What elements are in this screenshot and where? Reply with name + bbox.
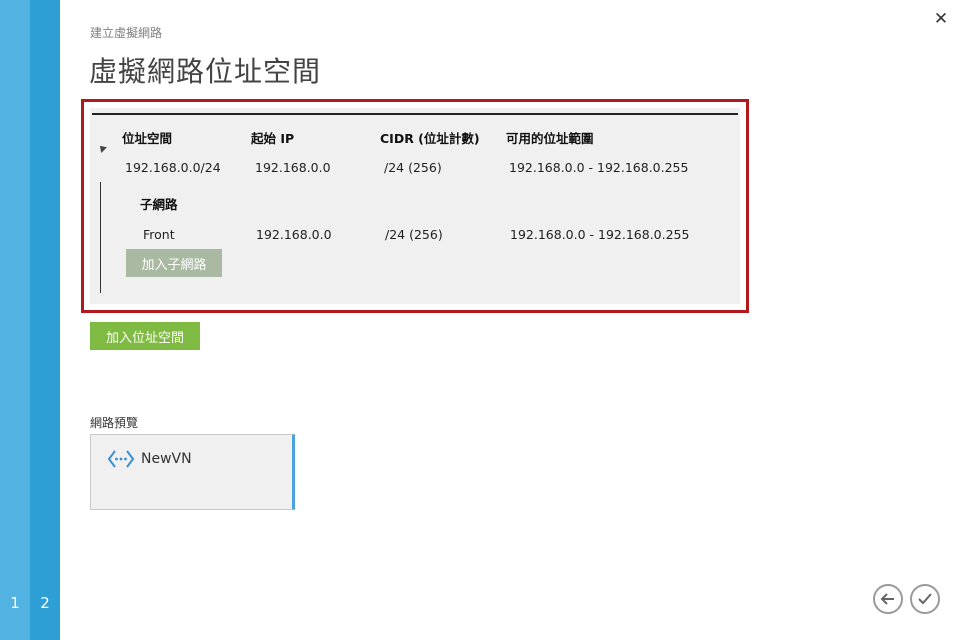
virtual-network-icon: [107, 450, 135, 468]
network-preview-label: 網路預覽: [90, 416, 139, 430]
header-usable-range: 可用的位址範圍: [506, 131, 594, 146]
table-top-rule: [92, 113, 738, 115]
wizard-step-rail-1: [0, 0, 30, 640]
subnet-cidr[interactable]: /24 (256): [385, 227, 443, 242]
address-space-cidr[interactable]: /24 (256): [384, 160, 442, 175]
vnet-name: NewVN: [141, 451, 192, 467]
arrow-left-icon: [880, 593, 894, 605]
subnet-starting-ip[interactable]: 192.168.0.0: [256, 227, 332, 242]
network-preview-card: NewVN: [90, 434, 295, 510]
wizard-step-1[interactable]: 1: [0, 594, 30, 612]
add-subnet-button[interactable]: 加入子網路: [126, 249, 222, 277]
address-space-highlight-box: 位址空間 起始 IP CIDR (位址計數) 可用的位址範圍 192.168.0…: [81, 99, 749, 313]
address-space-table: 位址空間 起始 IP CIDR (位址計數) 可用的位址範圍 192.168.0…: [90, 108, 740, 304]
address-space-starting-ip[interactable]: 192.168.0.0: [255, 160, 331, 175]
complete-button[interactable]: [910, 584, 940, 614]
subnet-usable-range: 192.168.0.0 - 192.168.0.255: [510, 227, 690, 242]
checkmark-icon: [918, 593, 932, 605]
wizard-step-2[interactable]: 2: [30, 594, 60, 612]
back-button[interactable]: [873, 584, 903, 614]
header-starting-ip: 起始 IP: [251, 131, 295, 146]
wizard-step-rail-2: [30, 0, 60, 640]
close-icon[interactable]: ✕: [930, 8, 952, 30]
subnet-tree-line: [100, 182, 101, 293]
collapse-expander-icon[interactable]: [97, 143, 107, 153]
subnet-name[interactable]: Front: [143, 227, 175, 242]
header-cidr: CIDR (位址計數): [380, 131, 480, 146]
header-address-space: 位址空間: [122, 131, 173, 146]
add-address-space-button[interactable]: 加入位址空間: [90, 322, 200, 350]
address-space-usable-range: 192.168.0.0 - 192.168.0.255: [509, 160, 689, 175]
page-title: 虛擬網路位址空間: [89, 55, 322, 88]
address-space-value[interactable]: 192.168.0.0/24: [125, 160, 221, 175]
breadcrumb: 建立虛擬網路: [90, 26, 163, 40]
subnets-title: 子網路: [140, 197, 178, 212]
